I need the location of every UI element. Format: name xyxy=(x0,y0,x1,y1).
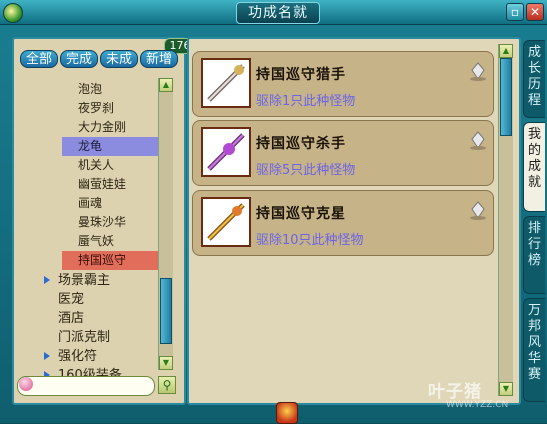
achievement-title: 持国巡守克星 xyxy=(256,206,346,222)
treasure-chest-icon xyxy=(276,402,298,424)
ribbon-staff-icon xyxy=(201,127,251,177)
filter-tab-incomplete[interactable]: 未成 xyxy=(100,50,138,68)
expand-arrow-icon[interactable] xyxy=(44,352,50,360)
tree-item-hovered[interactable]: 龙龟 xyxy=(62,137,172,156)
search-input[interactable] xyxy=(17,376,155,396)
achievement-card[interactable]: 持国巡守克星 驱除10只此种怪物 xyxy=(192,190,494,256)
achievement-title: 持国巡守猎手 xyxy=(256,67,346,83)
achievement-card[interactable]: 持国巡守猎手 驱除1只此种怪物 xyxy=(192,51,494,117)
expand-arrow-icon[interactable] xyxy=(44,276,50,284)
window-title: 功成名就 xyxy=(236,2,320,24)
reward-gem-icon[interactable] xyxy=(468,130,488,150)
golden-staff-icon xyxy=(201,197,251,247)
tree-item[interactable]: 夜罗刹 xyxy=(62,99,172,118)
tree-item[interactable]: 画魂 xyxy=(62,194,172,213)
tree-group-label: 门派克制 xyxy=(58,330,111,345)
side-tab-growth[interactable]: 成长历程 xyxy=(523,40,545,118)
search-button[interactable]: ⚲ xyxy=(158,376,176,394)
scroll-thumb[interactable] xyxy=(500,58,512,136)
tree-group-label: 医宠 xyxy=(58,292,85,307)
tree-group[interactable]: 医宠 xyxy=(44,290,170,309)
tree-group[interactable]: 门派克制 xyxy=(44,328,170,347)
scroll-thumb[interactable] xyxy=(160,278,172,344)
title-bar[interactable]: 功成名就 ▫ ✕ xyxy=(0,0,547,25)
side-tab-ranking[interactable]: 排行榜 xyxy=(523,216,545,294)
minimize-button[interactable]: ▫ xyxy=(506,3,524,21)
tree-item[interactable]: 蜃气妖 xyxy=(62,232,172,251)
tree-group-label: 场景霸主 xyxy=(58,273,111,288)
tree-item[interactable]: 曼珠沙华 xyxy=(62,213,172,232)
reward-gem-icon[interactable] xyxy=(468,200,488,220)
scroll-up-arrow-icon[interactable]: ▲ xyxy=(499,44,513,58)
scroll-up-arrow-icon[interactable]: ▲ xyxy=(159,78,173,92)
tree-group[interactable]: 强化符 xyxy=(44,347,170,366)
tree-item[interactable]: 机关人 xyxy=(62,156,172,175)
staff-weapon-icon xyxy=(201,58,251,108)
achievement-title: 持国巡守杀手 xyxy=(256,136,346,152)
window-emblem-icon xyxy=(3,3,23,23)
achievement-description: 驱除10只此种怪物 xyxy=(256,233,364,248)
tree-group[interactable]: 酒店 xyxy=(44,309,170,328)
filter-tab-completed[interactable]: 完成 xyxy=(60,50,98,68)
achievement-card[interactable]: 持国巡守杀手 驱除5只此种怪物 xyxy=(192,120,494,186)
close-button[interactable]: ✕ xyxy=(526,3,544,21)
tree-group-label: 强化符 xyxy=(58,349,98,364)
filter-tab-new[interactable]: 新增 xyxy=(140,50,178,68)
tree-item[interactable]: 泡泡 xyxy=(62,80,172,99)
achievement-scrollbar[interactable]: ▲ ▼ xyxy=(498,44,513,396)
scroll-down-arrow-icon[interactable]: ▼ xyxy=(499,382,513,396)
side-tab-tournament[interactable]: 万邦风华赛 xyxy=(523,298,545,402)
reward-gem-icon[interactable] xyxy=(468,61,488,81)
pet-icon xyxy=(19,377,33,391)
tree-item[interactable]: 幽萤娃娃 xyxy=(62,175,172,194)
scroll-down-arrow-icon[interactable]: ▼ xyxy=(159,356,173,370)
tree-item[interactable]: 大力金刚 xyxy=(62,118,172,137)
achievement-description: 驱除5只此种怪物 xyxy=(256,163,356,178)
tree-item-selected[interactable]: 持国巡守 xyxy=(62,251,172,270)
category-scrollbar[interactable]: ▲ ▼ xyxy=(158,78,173,370)
watermark-url: WWW.YZZ.CN xyxy=(446,400,509,410)
tree-group-label: 酒店 xyxy=(58,311,85,326)
side-tab-my-achievements[interactable]: 我的成就 xyxy=(523,122,545,212)
filter-tab-all[interactable]: 全部 xyxy=(20,50,58,68)
achievement-description: 驱除1只此种怪物 xyxy=(256,94,356,109)
tree-group[interactable]: 场景霸主 xyxy=(44,271,170,290)
watermark-logo: 叶子猪 xyxy=(428,382,482,402)
